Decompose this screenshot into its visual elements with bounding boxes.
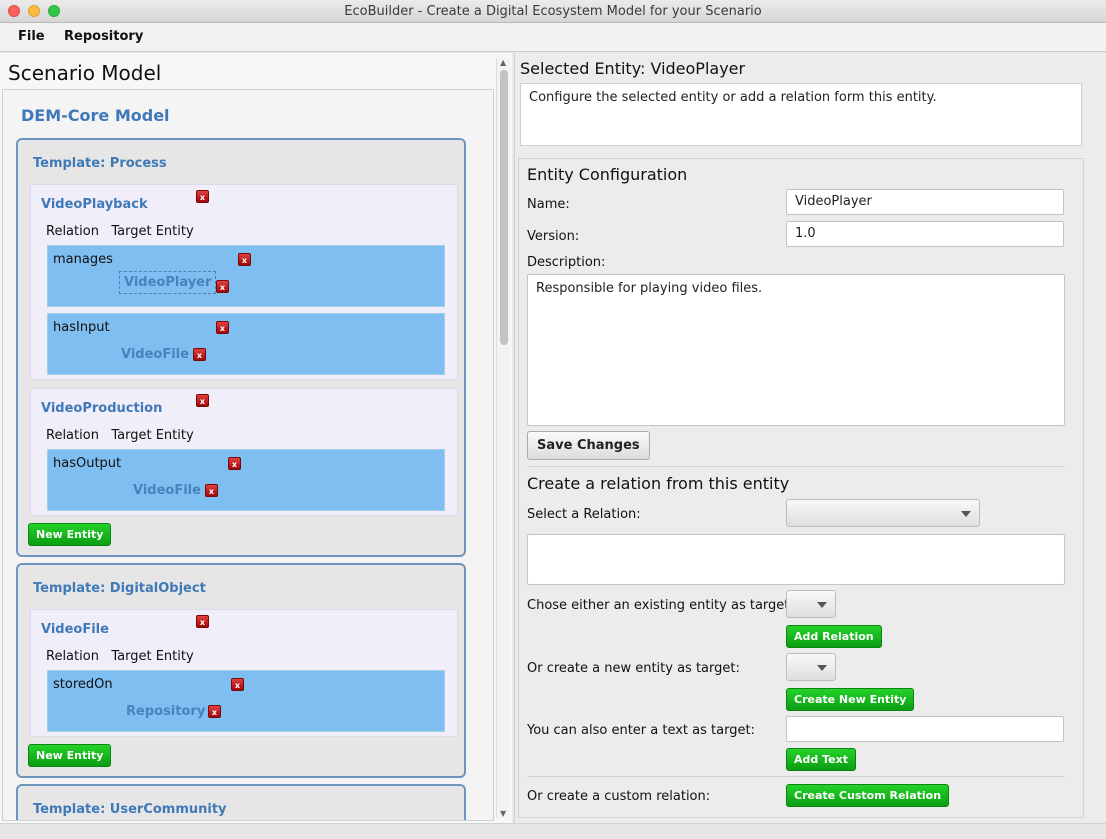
version-field[interactable]: 1.0: [786, 221, 1064, 247]
delete-target-button[interactable]: x: [205, 484, 218, 497]
window-title: EcoBuilder - Create a Digital Ecosystem …: [344, 4, 762, 19]
relation-name: storedOn: [53, 677, 113, 692]
template-digitalobject: Template: DigitalObject VideoFile x Rela…: [16, 563, 466, 778]
info-message-box: Configure the selected entity or add a r…: [520, 83, 1082, 146]
create-custom-relation-button[interactable]: Create Custom Relation: [786, 784, 950, 807]
name-label: Name:: [527, 197, 570, 212]
delete-entity-button[interactable]: x: [196, 394, 209, 407]
description-field[interactable]: Responsible for playing video files.: [527, 274, 1065, 426]
scenario-title: Scenario Model: [8, 61, 162, 85]
relation-column-label: Relation: [46, 428, 99, 443]
dem-core-model-panel: DEM-Core Model Template: Process VideoPl…: [10, 94, 493, 820]
relation-row: storedOn x Repository x: [47, 670, 445, 732]
version-label: Version:: [527, 229, 580, 244]
entity-config-panel: Entity Configuration Name: VideoPlayer V…: [518, 158, 1084, 818]
entity-name[interactable]: VideoFile: [41, 622, 109, 637]
relation-target-selected[interactable]: VideoPlayer: [119, 271, 217, 294]
new-entity-type-dropdown[interactable]: [786, 653, 836, 681]
delete-relation-button[interactable]: x: [228, 457, 241, 470]
info-message: Configure the selected entity or add a r…: [529, 90, 937, 105]
app-window: EcoBuilder - Create a Digital Ecosystem …: [0, 0, 1106, 839]
delete-relation-button[interactable]: x: [216, 321, 229, 334]
chevron-down-icon: [817, 665, 827, 671]
text-target-field[interactable]: [786, 716, 1064, 742]
target-column-label: Target Entity: [111, 428, 194, 443]
scenario-model-pane: Scenario Model DEM-Core Model Template: …: [0, 53, 512, 823]
relation-name: hasInput: [53, 320, 110, 335]
select-relation-dropdown[interactable]: [786, 499, 980, 527]
relation-header: Relation Target Entity: [46, 649, 194, 664]
template-title: Template: Process: [33, 156, 167, 171]
divider: [527, 466, 1065, 467]
menu-repository[interactable]: Repository: [64, 29, 143, 44]
relation-header: Relation Target Entity: [46, 224, 194, 239]
save-changes-button[interactable]: Save Changes: [527, 431, 650, 460]
template-usercommunity: Template: UserCommunity: [16, 784, 466, 820]
create-new-entity-button[interactable]: Create New Entity: [786, 688, 915, 711]
delete-target-button[interactable]: x: [216, 280, 229, 293]
divider: [527, 776, 1065, 777]
existing-target-label: Chose either an existing entity as targe…: [527, 598, 794, 613]
relation-target[interactable]: Repository: [126, 704, 205, 719]
delete-relation-button[interactable]: x: [238, 253, 251, 266]
delete-target-button[interactable]: x: [193, 348, 206, 361]
relation-header: Relation Target Entity: [46, 428, 194, 443]
add-relation-button[interactable]: Add Relation: [786, 625, 882, 648]
relation-description-box: [527, 534, 1065, 585]
new-entity-button[interactable]: New Entity: [28, 744, 112, 767]
selected-entity-title: Selected Entity: VideoPlayer: [520, 59, 746, 78]
delete-entity-button[interactable]: x: [196, 190, 209, 203]
name-field[interactable]: VideoPlayer: [786, 189, 1064, 215]
scroll-down-arrow-icon[interactable]: ▼: [500, 809, 506, 818]
relation-row: hasInput x VideoFile x: [47, 313, 445, 375]
core-model-title: DEM-Core Model: [21, 106, 170, 125]
relation-row: hasOutput x VideoFile x: [47, 449, 445, 511]
template-title: Template: UserCommunity: [33, 802, 227, 817]
add-text-button[interactable]: Add Text: [786, 748, 856, 771]
relation-target[interactable]: VideoFile: [121, 347, 189, 362]
relation-row: manages x VideoPlayer x: [47, 245, 445, 307]
entity-videoproduction[interactable]: VideoProduction x Relation Target Entity…: [30, 388, 458, 516]
menu-file[interactable]: File: [18, 29, 45, 44]
title-bar: EcoBuilder - Create a Digital Ecosystem …: [0, 0, 1106, 23]
scrollbar-thumb[interactable]: [500, 70, 508, 345]
relation-column-label: Relation: [46, 649, 99, 664]
menu-bar: File Repository: [0, 23, 1106, 52]
existing-entity-dropdown[interactable]: [786, 590, 836, 618]
status-bar: [0, 823, 1106, 839]
new-entity-button[interactable]: New Entity: [28, 523, 112, 546]
left-vertical-scrollbar[interactable]: ▲ ▼: [496, 58, 510, 818]
text-target-label: You can also enter a text as target:: [527, 723, 755, 738]
template-process: Template: Process VideoPlayback x Relati…: [16, 138, 466, 557]
relation-name: manages: [53, 252, 113, 267]
entity-configuration-title: Entity Configuration: [527, 165, 688, 184]
description-label: Description:: [527, 255, 606, 270]
target-column-label: Target Entity: [111, 224, 194, 239]
create-relation-title: Create a relation from this entity: [527, 474, 790, 493]
delete-relation-button[interactable]: x: [231, 678, 244, 691]
new-target-label: Or create a new entity as target:: [527, 661, 740, 676]
delete-target-button[interactable]: x: [208, 705, 221, 718]
entity-name[interactable]: VideoPlayback: [41, 197, 148, 212]
chevron-down-icon: [961, 511, 971, 517]
relation-column-label: Relation: [46, 224, 99, 239]
scenario-scroll-area[interactable]: DEM-Core Model Template: Process VideoPl…: [2, 89, 494, 821]
select-relation-label: Select a Relation:: [527, 507, 641, 522]
entity-name[interactable]: VideoProduction: [41, 401, 162, 416]
template-title: Template: DigitalObject: [33, 581, 206, 596]
custom-relation-label: Or create a custom relation:: [527, 789, 711, 804]
entity-videoplayback[interactable]: VideoPlayback x Relation Target Entity m…: [30, 184, 458, 380]
entity-videofile[interactable]: VideoFile x Relation Target Entity store…: [30, 609, 458, 737]
scroll-up-arrow-icon[interactable]: ▲: [500, 58, 506, 67]
relation-name: hasOutput: [53, 456, 122, 471]
target-column-label: Target Entity: [111, 649, 194, 664]
delete-entity-button[interactable]: x: [196, 615, 209, 628]
relation-target[interactable]: VideoFile: [133, 483, 201, 498]
entity-details-pane: Selected Entity: VideoPlayer Configure t…: [514, 53, 1106, 823]
chevron-down-icon: [817, 602, 827, 608]
